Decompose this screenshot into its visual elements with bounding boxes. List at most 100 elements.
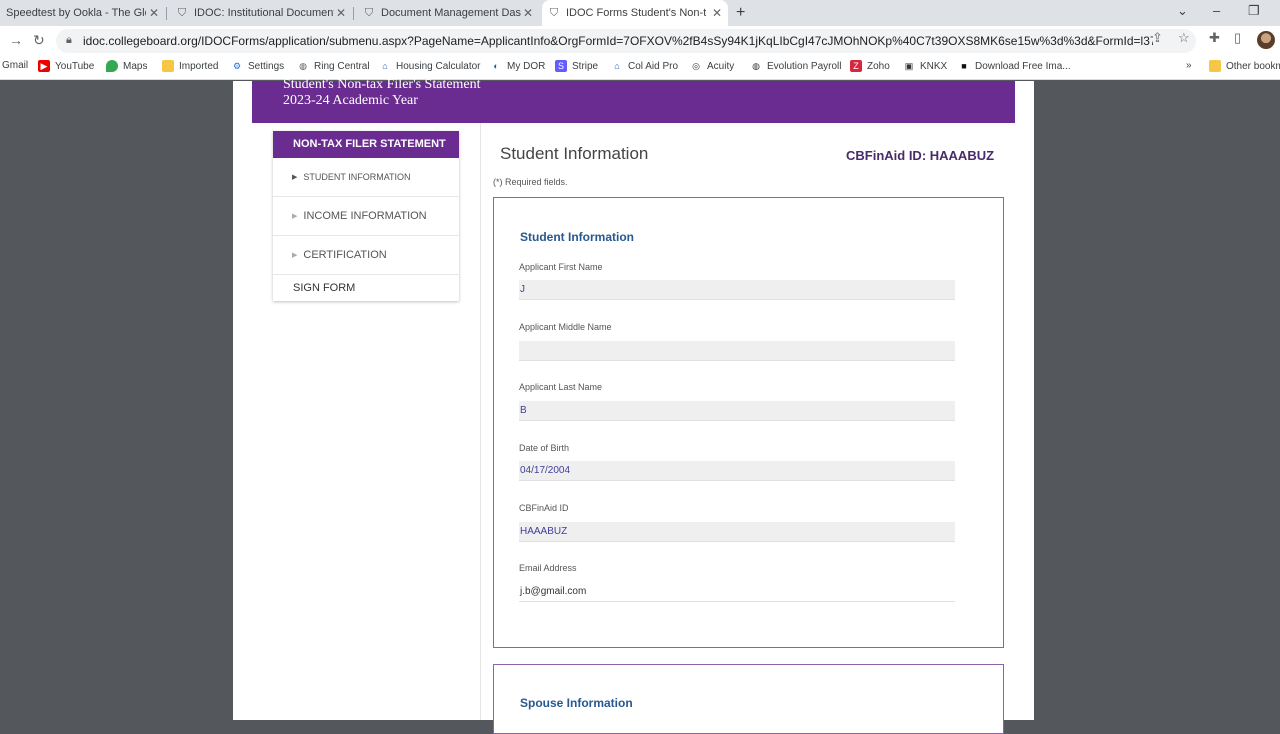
tab-idoc-forms[interactable]: ⛉ IDOC Forms Student's Non-tax F ✕ (542, 0, 728, 26)
bookmark-label: YouTube (55, 60, 95, 72)
globe-icon: ◍ (299, 61, 307, 71)
tab-title: IDOC: Institutional Documentati (194, 7, 334, 19)
form-title: Student's Non-tax Filer's Statement 2023… (283, 77, 481, 109)
bookmarks-bar: Gmail ▶ YouTube Maps Imported ⚙ Settings ◍… (0, 56, 1280, 80)
close-icon[interactable]: ✕ (149, 6, 159, 20)
sidebar-item-student-information[interactable]: ▶ STUDENT INFORMATION (273, 158, 459, 197)
bookmark-imported[interactable]: Imported (162, 60, 218, 72)
bookmark-stripe[interactable]: S Stripe (555, 60, 598, 72)
tab-divider (166, 7, 167, 20)
bookmark-label: Ring Central (314, 60, 370, 72)
zoho-icon: Z (850, 60, 862, 72)
browser-tab-strip: Speedtest by Ookla - The Global ✕ ⛉ IDOC… (0, 0, 1280, 26)
bookmark-label: KNKX (920, 60, 948, 72)
bookmark-label: Col Aid Pro (628, 60, 679, 72)
shield-icon: ⛉ (549, 7, 559, 19)
sidebar-item-label: INCOME INFORMATION (303, 210, 427, 222)
tab-idoc-institutional[interactable]: ⛉ IDOC: Institutional Documentati ✕ (170, 0, 352, 26)
folder-icon (1209, 60, 1221, 72)
bookmark-label: Settings (248, 60, 285, 72)
first-name-label: Applicant First Name (519, 262, 603, 272)
close-icon[interactable]: ✕ (336, 6, 346, 20)
bookmark-youtube[interactable]: ▶ YouTube (38, 60, 94, 72)
student-information-card: Student Information Applicant First Name… (493, 197, 1004, 648)
date-of-birth-field[interactable]: 04/17/2004 (519, 461, 955, 481)
bookmark-label: Gmail (2, 60, 29, 71)
middle-name-label: Applicant Middle Name (519, 322, 612, 332)
new-tab-icon[interactable]: + (736, 4, 745, 22)
sidebar-header: NON-TAX FILER STATEMENT (273, 131, 459, 158)
bookmark-evolution-payroll[interactable]: ◍ Evolution Payroll (750, 60, 841, 72)
last-name-field[interactable]: B (519, 401, 955, 421)
column-divider (480, 123, 481, 720)
bookmark-label: Other bookm (1226, 60, 1280, 72)
cbfinaid-header: CBFinAid ID: HAAABUZ (846, 148, 995, 163)
bookmark-star-icon[interactable]: ☆ (1178, 30, 1190, 46)
page-title: Student Information (500, 144, 649, 163)
last-name-label: Applicant Last Name (519, 382, 603, 392)
tab-document-management[interactable]: ⛉ Document Management Dashbo ✕ (357, 0, 539, 26)
lock-icon[interactable]: 🔒︎ (66, 34, 72, 47)
cbfinaid-id-field[interactable]: HAAABUZ (519, 522, 955, 542)
gear-icon: ⚙ (232, 61, 242, 71)
bookmark-other-bookmarks[interactable]: Other bookm (1209, 60, 1280, 72)
bookmark-download-free-images[interactable]: ■ Download Free Ima... (958, 60, 1070, 72)
house-icon: ⌂ (382, 61, 388, 71)
bookmark-label: Acuity (707, 60, 735, 72)
bookmark-label: Maps (123, 60, 148, 72)
bookmark-housing-calculator[interactable]: ⌂ Housing Calculator (379, 60, 480, 72)
form-title-line2: 2023-24 Academic Year (283, 93, 418, 108)
form-sidebar: NON-TAX FILER STATEMENT ▶ STUDENT INFORM… (273, 131, 459, 301)
date-of-birth-label: Date of Birth (519, 443, 570, 453)
first-name-field[interactable]: J (519, 280, 955, 300)
bookmark-settings[interactable]: ⚙ Settings (231, 60, 284, 72)
stripe-icon: S (555, 60, 567, 72)
url-text[interactable]: idoc.collegeboard.org/IDOCForms/applicat… (83, 34, 1153, 48)
bookmark-col-aid-pro[interactable]: ⌂ Col Aid Pro (611, 60, 678, 72)
image-icon: ■ (961, 61, 967, 71)
close-icon[interactable]: ✕ (523, 6, 533, 20)
bookmark-label: My DOR (507, 60, 546, 72)
email-field[interactable]: j.b@gmail.com (519, 582, 955, 602)
caret-right-icon: ▶ (292, 213, 298, 220)
reload-icon[interactable]: ↻ (33, 32, 45, 49)
bookmark-ring-central[interactable]: ◍ Ring Central (297, 60, 370, 72)
profile-avatar[interactable] (1257, 31, 1275, 49)
bookmark-label: Evolution Payroll (767, 60, 842, 72)
bookmark-knkx[interactable]: ▣ KNKX (903, 60, 948, 72)
close-icon[interactable]: ✕ (712, 6, 722, 20)
side-panel-icon[interactable]: ▯ (1234, 30, 1241, 46)
tab-speedtest[interactable]: Speedtest by Ookla - The Global ✕ (0, 0, 165, 26)
shield-icon: ⛉ (177, 7, 187, 19)
section-title: Spouse Information (520, 696, 633, 710)
bookmark-label: Imported (179, 60, 219, 72)
bookmark-maps[interactable]: Maps (106, 60, 147, 72)
bookmark-label: Stripe (572, 60, 599, 72)
more-bookmarks-chevron-icon[interactable]: » (1186, 60, 1192, 71)
acuity-icon: ◎ (692, 61, 700, 71)
bookmark-zoho[interactable]: Z Zoho (850, 60, 890, 72)
required-fields-note: (*) Required fields. (493, 177, 568, 187)
extensions-icon[interactable]: ✚ (1209, 30, 1220, 46)
share-icon[interactable]: ⇪ (1152, 30, 1163, 46)
cbfinaid-id-label: CBFinAid ID (519, 503, 569, 513)
section-title: Student Information (520, 230, 634, 244)
forward-icon[interactable]: → (9, 32, 23, 48)
sidebar-item-sign-form[interactable]: SIGN FORM (273, 275, 459, 301)
bookmark-gmail[interactable]: Gmail (2, 60, 28, 71)
middle-name-field[interactable] (519, 341, 955, 361)
tab-divider (353, 7, 354, 20)
bookmark-acuity[interactable]: ◎ Acuity (690, 60, 734, 72)
youtube-icon: ▶ (38, 60, 50, 72)
shield-icon: ⛉ (364, 7, 374, 19)
college-icon: ⌂ (614, 61, 620, 71)
tab-search-chevron-icon[interactable]: ⌄ (1177, 3, 1188, 19)
bookmark-my-dor[interactable]: ◐ My DOR (490, 60, 545, 72)
address-bar[interactable]: 🔒︎ idoc.collegeboard.org/IDOCForms/appli… (56, 29, 1196, 53)
globe-icon: ◍ (752, 61, 760, 71)
restore-icon[interactable]: ❐ (1248, 3, 1260, 19)
sidebar-item-income-information[interactable]: ▶ INCOME INFORMATION (273, 197, 459, 236)
sidebar-item-certification[interactable]: ▶ CERTIFICATION (273, 236, 459, 275)
tab-title: Speedtest by Ookla - The Global (6, 7, 146, 19)
minimize-icon[interactable]: – (1213, 3, 1220, 18)
